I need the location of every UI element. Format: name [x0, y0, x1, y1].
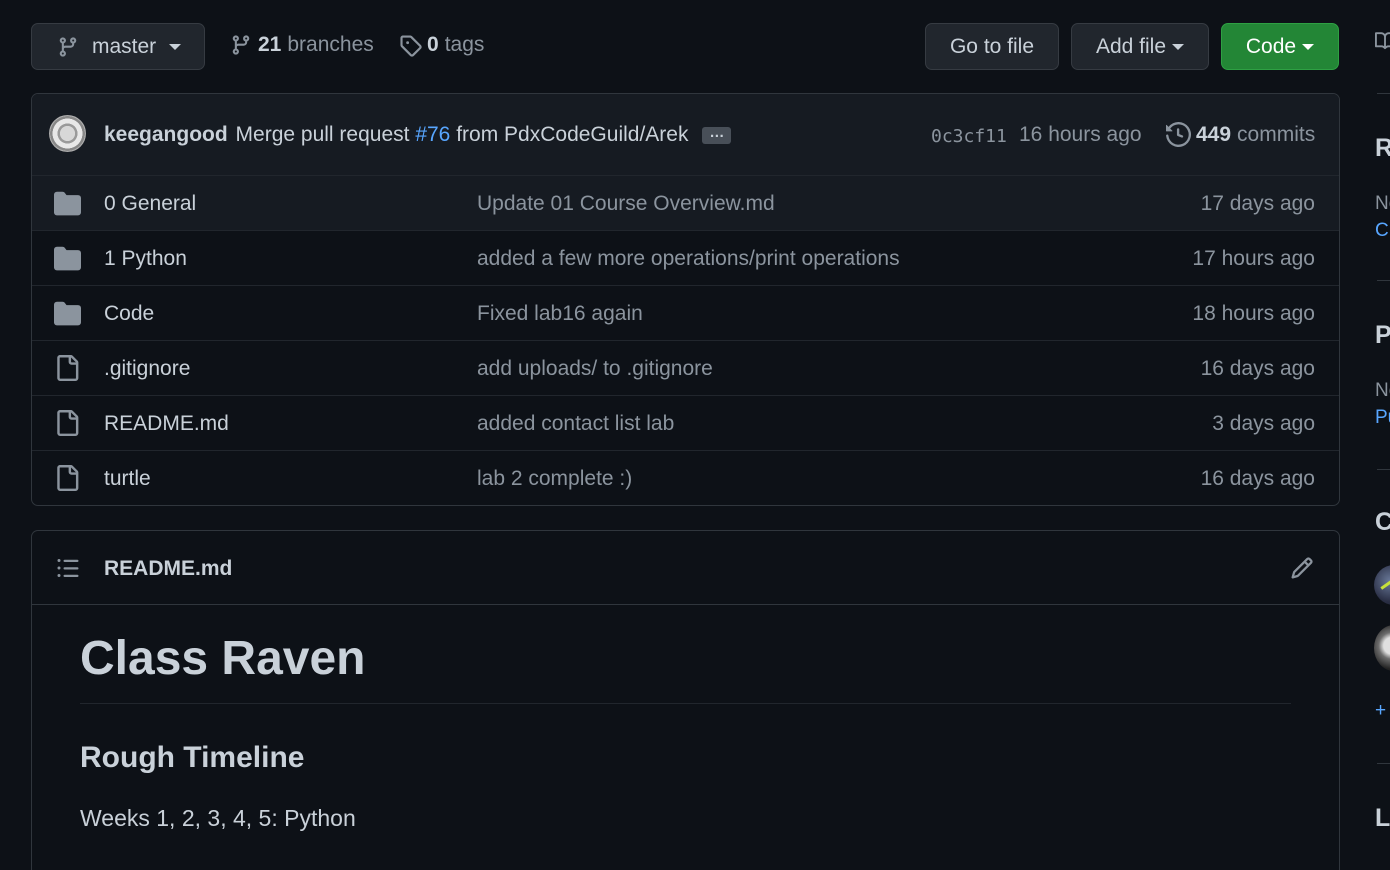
avatar[interactable]: [49, 115, 86, 152]
file-row[interactable]: 1 Python added a few more operations/pri…: [32, 230, 1339, 286]
git-branch-icon: [232, 35, 250, 55]
commit-author[interactable]: keegangood: [104, 123, 228, 146]
commit-sha[interactable]: 0c3cf11: [931, 126, 1007, 147]
readme-title: Class Raven: [80, 632, 366, 685]
commit-count: 449: [1196, 122, 1232, 146]
readme-paragraph: Weeks 1, 2, 3, 4, 5: Python: [80, 805, 356, 831]
languages-heading: L: [1375, 804, 1390, 832]
file-age: 3 days ago: [1212, 412, 1315, 435]
pencil-icon[interactable]: [1290, 556, 1314, 580]
sidebar-divider: [1377, 469, 1390, 470]
add-file-label: Add file: [1095, 34, 1167, 58]
go-to-file-label: Go to file: [949, 34, 1035, 58]
more-contributors-link[interactable]: +: [1375, 700, 1386, 722]
tags-label: tags: [444, 33, 485, 56]
readme-heading: Rough Timeline: [80, 741, 305, 774]
file-name[interactable]: turtle: [104, 467, 151, 491]
file-age: 17 hours ago: [1192, 247, 1315, 270]
branch-name: master: [92, 34, 157, 58]
file-row[interactable]: Code Fixed lab16 again 18 hours ago: [32, 285, 1339, 341]
chevron-down-icon: [1172, 43, 1185, 50]
file-commit-message[interactable]: added contact list lab: [477, 412, 674, 436]
commits-link[interactable]: 449 commits: [1166, 122, 1315, 147]
file-name[interactable]: 1 Python: [104, 247, 187, 271]
file-icon: [57, 410, 79, 436]
add-file-button[interactable]: Add file: [1071, 23, 1209, 70]
file-commit-message[interactable]: Fixed lab16 again: [477, 302, 643, 326]
tags-count: 0: [427, 33, 439, 56]
list-icon[interactable]: [56, 556, 80, 580]
tags-link[interactable]: 0 tags: [399, 33, 484, 57]
file-commit-message[interactable]: added a few more operations/print operat…: [477, 247, 900, 271]
latest-commit-bar: keegangood Merge pull request #76 from P…: [32, 94, 1339, 176]
about-link[interactable]: Cr: [1375, 220, 1390, 242]
file-row[interactable]: turtle lab 2 complete :) 16 days ago: [32, 450, 1339, 505]
tag-icon: [400, 34, 422, 57]
file-row[interactable]: .gitignore add uploads/ to .gitignore 16…: [32, 340, 1339, 396]
contributor-avatar[interactable]: [1374, 625, 1390, 671]
chevron-down-icon: [169, 43, 182, 50]
file-name[interactable]: .gitignore: [104, 357, 190, 381]
commits-label: commits: [1237, 122, 1316, 146]
about-heading: R: [1375, 134, 1390, 162]
contributors-heading: C: [1375, 508, 1390, 536]
history-icon: [1166, 122, 1191, 147]
file-commit-message[interactable]: add uploads/ to .gitignore: [477, 357, 713, 381]
file-commit-message[interactable]: lab 2 complete :): [477, 467, 632, 491]
pull-request-link[interactable]: #76: [415, 123, 450, 146]
file-listing: keegangood Merge pull request #76 from P…: [31, 93, 1340, 506]
book-icon: [1375, 32, 1390, 50]
readme-title-divider: [80, 703, 1291, 704]
file-row[interactable]: README.md added contact list lab 3 days …: [32, 395, 1339, 451]
file-age: 18 hours ago: [1192, 302, 1315, 325]
file-icon: [57, 465, 79, 491]
sidebar-divider: [1377, 93, 1390, 94]
folder-icon: [54, 246, 81, 271]
commit-message-prefix[interactable]: Merge pull request: [236, 123, 410, 146]
file-age: 16 days ago: [1200, 467, 1315, 490]
file-name[interactable]: Code: [104, 302, 154, 326]
readme-filename[interactable]: README.md: [104, 557, 232, 581]
chevron-down-icon: [1302, 43, 1315, 50]
branches-link[interactable]: 21 branches: [230, 33, 374, 57]
commit-message-suffix[interactable]: from PdxCodeGuild/Arek: [456, 123, 688, 146]
branches-count: 21: [258, 33, 282, 56]
readme-panel: README.md Class Raven Rough Timeline Wee…: [31, 530, 1340, 870]
packages-description: Ne: [1375, 380, 1390, 401]
sidebar-divider: [1377, 280, 1390, 281]
readme-header: README.md: [32, 531, 1339, 605]
commit-expand-button[interactable]: …: [702, 125, 732, 144]
file-name[interactable]: 0 General: [104, 192, 196, 216]
file-commit-message[interactable]: Update 01 Course Overview.md: [477, 192, 775, 216]
file-row[interactable]: 0 General Update 01 Course Overview.md 1…: [32, 175, 1339, 231]
sidebar-divider: [1377, 763, 1390, 764]
folder-icon: [54, 301, 81, 326]
branch-selector[interactable]: master: [31, 23, 205, 70]
go-to-file-button[interactable]: Go to file: [925, 23, 1059, 70]
code-button[interactable]: Code: [1221, 23, 1339, 70]
commit-time: 16 hours ago: [1019, 123, 1142, 146]
contributor-avatar[interactable]: [1374, 565, 1390, 605]
packages-link[interactable]: Pu: [1375, 407, 1390, 429]
file-icon: [57, 355, 79, 381]
branches-label: branches: [287, 33, 374, 56]
file-age: 17 days ago: [1200, 192, 1315, 215]
code-label: Code: [1245, 34, 1297, 58]
file-age: 16 days ago: [1200, 357, 1315, 380]
file-name[interactable]: README.md: [104, 412, 229, 436]
packages-heading: P: [1375, 321, 1390, 349]
about-description: Ne: [1375, 193, 1390, 214]
git-branch-icon: [59, 36, 77, 57]
folder-icon: [54, 191, 81, 216]
